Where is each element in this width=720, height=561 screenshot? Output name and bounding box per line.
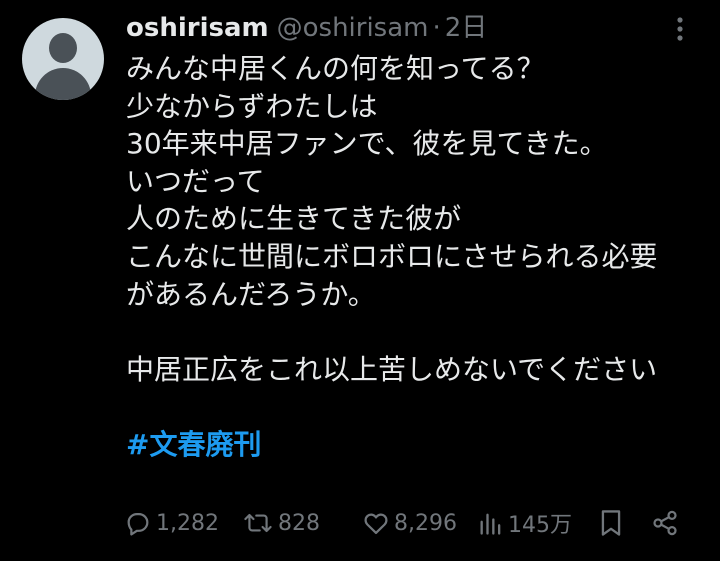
tweet-line: いつだって	[126, 164, 265, 198]
tweet-line: 中居正広をこれ以上苦しめないでください	[126, 352, 658, 386]
bookmark-icon	[601, 510, 621, 536]
reply-count: 1,282	[156, 510, 219, 536]
tweet-line: があるんだろうか。	[126, 277, 376, 311]
tweet-line: 人のために生きてきた彼が	[126, 202, 462, 236]
retweet-count: 828	[278, 510, 320, 536]
reply-icon	[127, 513, 149, 536]
bookmark-button[interactable]	[598, 503, 624, 543]
tweet-text: みんな中居くんの何を知ってる？ 少なからずわたしは 30年来中居ファンで、彼を見…	[126, 50, 716, 464]
more-options-button[interactable]	[667, 14, 693, 44]
avatar-head	[49, 33, 77, 63]
tweet-header: oshirisam @oshirisam · 2日	[126, 8, 487, 48]
retweet-button[interactable]: 828	[242, 503, 320, 543]
tweet-line: 30年来中居ファンで、彼を見てきた。	[126, 127, 608, 161]
tweet-line: 少なからずわたしは	[126, 89, 378, 123]
share-icon	[653, 510, 677, 536]
display-name[interactable]: oshirisam	[126, 8, 269, 48]
action-bar: 1,282 828 8,296 145万	[0, 503, 720, 543]
separator-dot: ·	[432, 13, 441, 43]
more-icon	[677, 17, 683, 41]
avatar[interactable]	[22, 18, 104, 100]
tweet-line: みんな中居くんの何を知ってる？	[126, 52, 545, 85]
heart-icon	[364, 513, 388, 535]
views-count: 145万	[508, 513, 572, 538]
user-handle[interactable]: @oshirisam	[277, 8, 429, 48]
views-icon	[480, 513, 501, 535]
tweet-line: こんなに世間にボロボロにさせられる必要	[126, 239, 658, 273]
share-button[interactable]	[651, 503, 679, 543]
views-button[interactable]: 145万	[478, 503, 572, 543]
like-button[interactable]: 8,296	[362, 503, 457, 543]
timestamp[interactable]: 2日	[445, 8, 488, 48]
retweet-icon	[244, 513, 272, 533]
avatar-body	[35, 68, 91, 100]
like-count: 8,296	[394, 510, 457, 536]
reply-button[interactable]: 1,282	[124, 503, 219, 543]
hashtag-link[interactable]: #文春廃刊	[126, 428, 261, 461]
tweet[interactable]: oshirisam @oshirisam · 2日 みんな中居くんの何を知ってる…	[0, 0, 720, 561]
